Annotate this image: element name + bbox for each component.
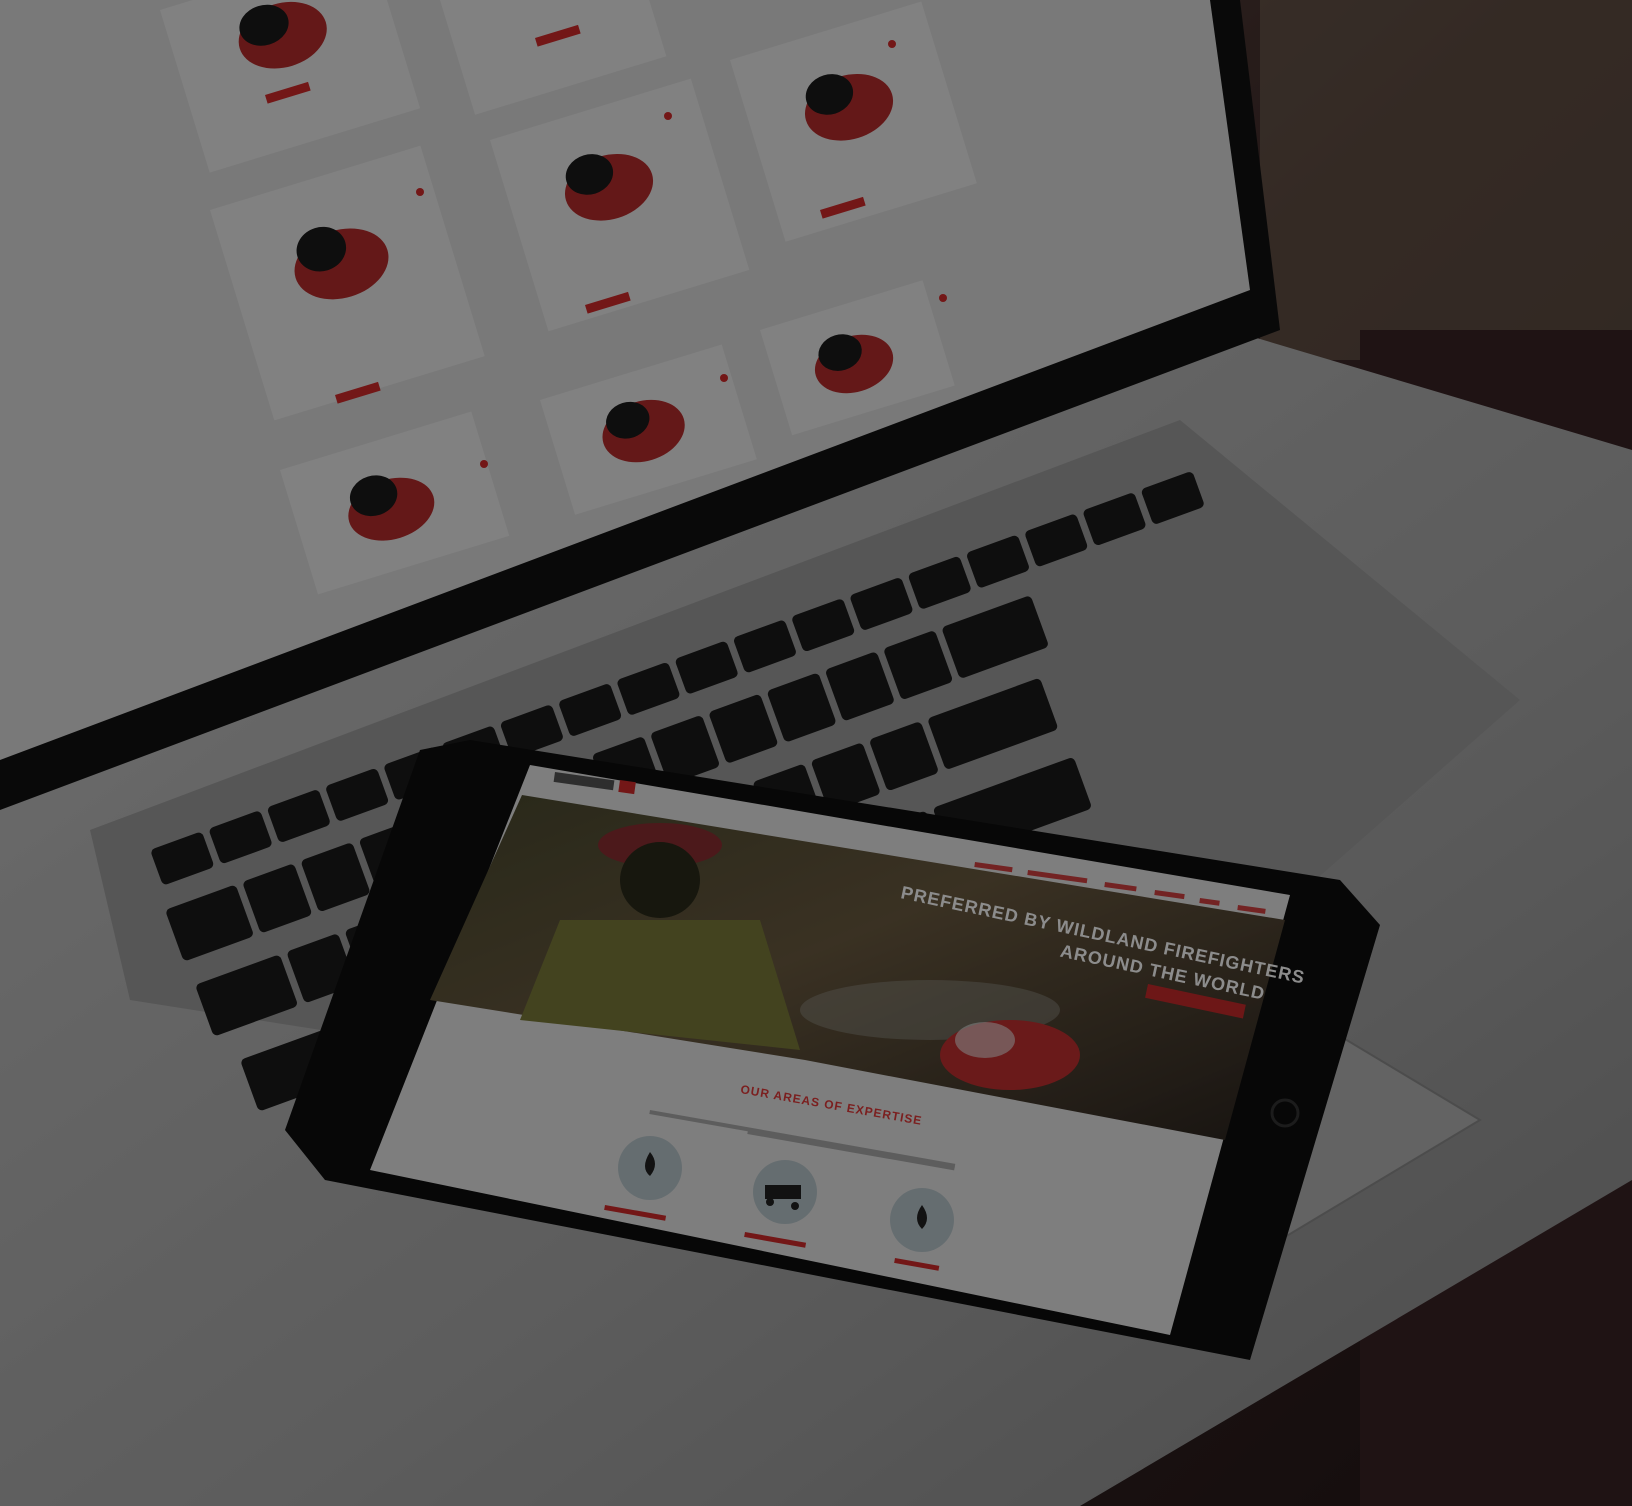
scene-svg: PREFERRED BY WILDLAND FIREFIGHTERS AROUN… [0, 0, 1632, 1506]
photo-scene: PREFERRED BY WILDLAND FIREFIGHTERS AROUN… [0, 0, 1632, 1506]
background-upper-right [1260, 0, 1632, 360]
